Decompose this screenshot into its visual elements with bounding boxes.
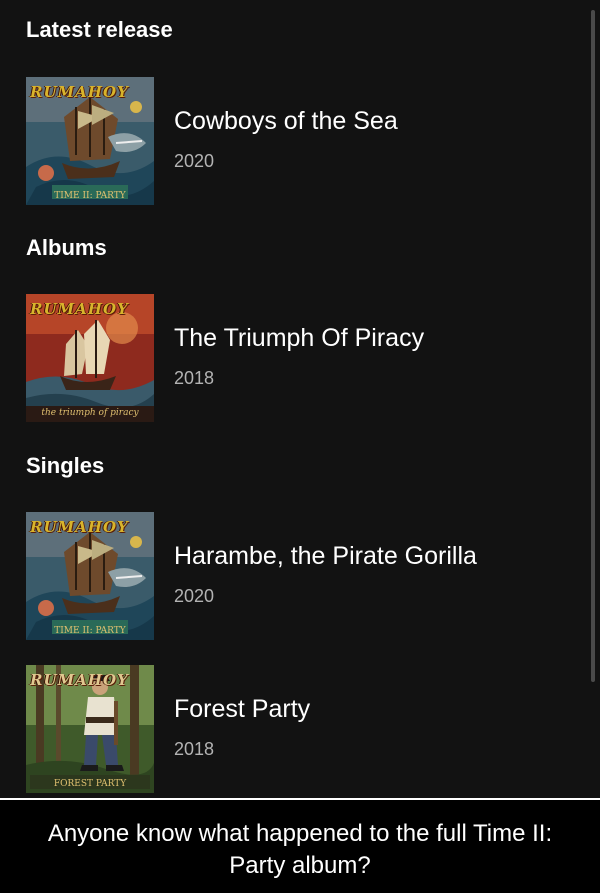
section-title-latest-release: Latest release bbox=[26, 17, 173, 42]
cover-band-name: RUMAHOY bbox=[30, 300, 129, 318]
meme-caption-text: Anyone know what happened to the full Ti… bbox=[47, 820, 553, 879]
artist-discography-screen: Latest release RUMAHOY TIME II: PARTY Co… bbox=[0, 0, 600, 798]
release-title: Forest Party bbox=[174, 695, 311, 723]
release-year: 2018 bbox=[174, 368, 215, 388]
release-year: 2018 bbox=[174, 739, 215, 759]
cover-caption: FOREST PARTY bbox=[53, 779, 127, 789]
release-title: The Triumph Of Piracy bbox=[174, 324, 425, 352]
release-row-cowboys-of-the-sea[interactable]: RUMAHOY TIME II: PARTY Cowboys of the Se… bbox=[0, 77, 590, 205]
release-row-forest-party[interactable]: RUMAHOY FOREST PARTY Forest Party 2018 bbox=[0, 665, 590, 793]
album-cover-image: RUMAHOY FOREST PARTY bbox=[26, 665, 154, 793]
album-cover-image: RUMAHOY TIME II: PARTY bbox=[26, 77, 154, 205]
release-year: 2020 bbox=[174, 151, 215, 171]
release-row-harambe-the-pirate-gorilla[interactable]: RUMAHOY TIME II: PARTY Harambe, the Pira… bbox=[0, 512, 590, 640]
cover-band-name: RUMAHOY bbox=[30, 83, 129, 101]
cover-caption: the triumph of piracy bbox=[41, 408, 139, 418]
scrollbar[interactable] bbox=[591, 10, 595, 682]
album-cover-image: RUMAHOY the triumph of piracy bbox=[26, 294, 154, 422]
release-year: 2020 bbox=[174, 586, 215, 606]
release-title: Cowboys of the Sea bbox=[174, 107, 398, 135]
section-title-albums: Albums bbox=[26, 235, 107, 260]
cover-band-name: RUMAHOY bbox=[30, 671, 129, 689]
album-cover-image: RUMAHOY TIME II: PARTY bbox=[26, 512, 154, 640]
meme-caption-bar: Anyone know what happened to the full Ti… bbox=[0, 798, 600, 893]
cover-caption: TIME II: PARTY bbox=[54, 191, 126, 201]
release-row-the-triumph-of-piracy[interactable]: RUMAHOY the triumph of piracy The Triump… bbox=[0, 294, 590, 422]
caption-divider bbox=[0, 798, 600, 800]
section-title-singles: Singles bbox=[26, 453, 105, 478]
cover-caption: TIME II: PARTY bbox=[54, 626, 126, 636]
release-title: Harambe, the Pirate Gorilla bbox=[174, 542, 477, 570]
cover-band-name: RUMAHOY bbox=[30, 518, 129, 536]
